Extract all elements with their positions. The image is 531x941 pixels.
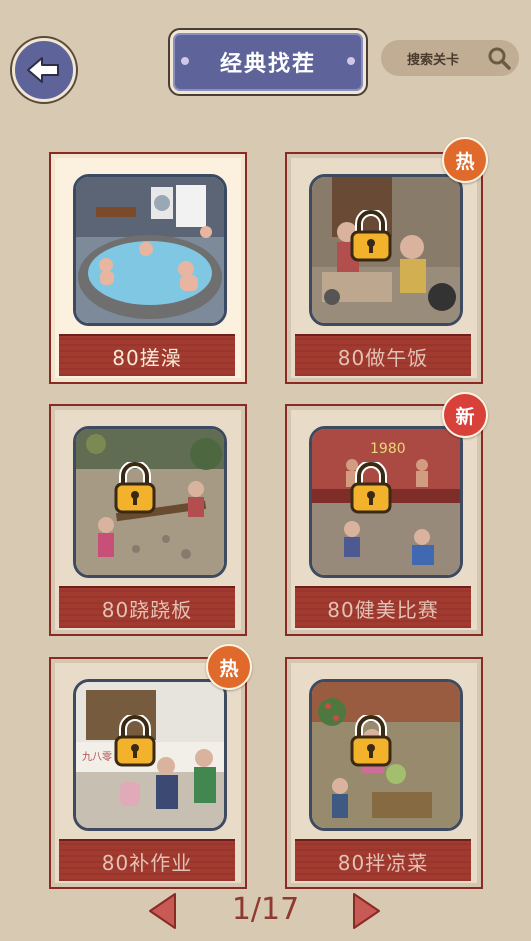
search-level-button[interactable]: 搜索关卡 bbox=[381, 40, 519, 76]
level-name: 80拌凉菜 bbox=[337, 850, 429, 875]
lock-icon bbox=[350, 210, 392, 262]
back-arrow-icon bbox=[27, 57, 59, 83]
level-card[interactable]: 80跷跷板 bbox=[49, 404, 247, 636]
level-name: 80做午饭 bbox=[337, 345, 429, 370]
level-name-banner: 80做午饭 bbox=[295, 334, 471, 376]
page-indicator: 1/17 bbox=[231, 892, 300, 927]
page-title: 经典找茬 bbox=[219, 52, 316, 77]
level-name-banner: 80拌凉菜 bbox=[295, 839, 471, 881]
back-button[interactable] bbox=[12, 38, 76, 102]
level-name-banner: 80搓澡 bbox=[59, 334, 235, 376]
level-name: 80健美比赛 bbox=[327, 597, 439, 622]
level-name-banner: 80补作业 bbox=[59, 839, 235, 881]
search-label: 搜索关卡 bbox=[407, 52, 460, 68]
title-plaque: 经典找茬 bbox=[170, 30, 366, 94]
level-card[interactable]: 80做午饭 bbox=[285, 152, 483, 384]
level-name: 80补作业 bbox=[101, 850, 193, 875]
level-name-banner: 80跷跷板 bbox=[59, 586, 235, 628]
lock-icon bbox=[114, 715, 156, 767]
next-page-button[interactable] bbox=[352, 892, 382, 930]
pagination: 1/17 bbox=[0, 890, 531, 934]
level-name-banner: 80健美比赛 bbox=[295, 586, 471, 628]
hot-badge: 热 bbox=[442, 137, 488, 183]
level-name: 80搓澡 bbox=[112, 345, 182, 370]
search-icon bbox=[488, 47, 511, 70]
level-card[interactable]: 80拌凉菜 bbox=[285, 657, 483, 889]
hot-badge: 热 bbox=[206, 644, 252, 690]
level-thumbnail bbox=[73, 174, 227, 326]
svg-text:1980: 1980 bbox=[370, 441, 406, 457]
lock-icon bbox=[350, 462, 392, 514]
level-name: 80跷跷板 bbox=[101, 597, 193, 622]
svg-text:九八零: 九八零 bbox=[82, 751, 112, 763]
new-badge: 新 bbox=[442, 392, 488, 438]
level-card[interactable]: 80搓澡 bbox=[49, 152, 247, 384]
lock-icon bbox=[350, 715, 392, 767]
lock-icon bbox=[114, 462, 156, 514]
level-card[interactable]: 1980 80健美比赛 bbox=[285, 404, 483, 636]
level-card[interactable]: 九八零 80补作业 bbox=[49, 657, 247, 889]
